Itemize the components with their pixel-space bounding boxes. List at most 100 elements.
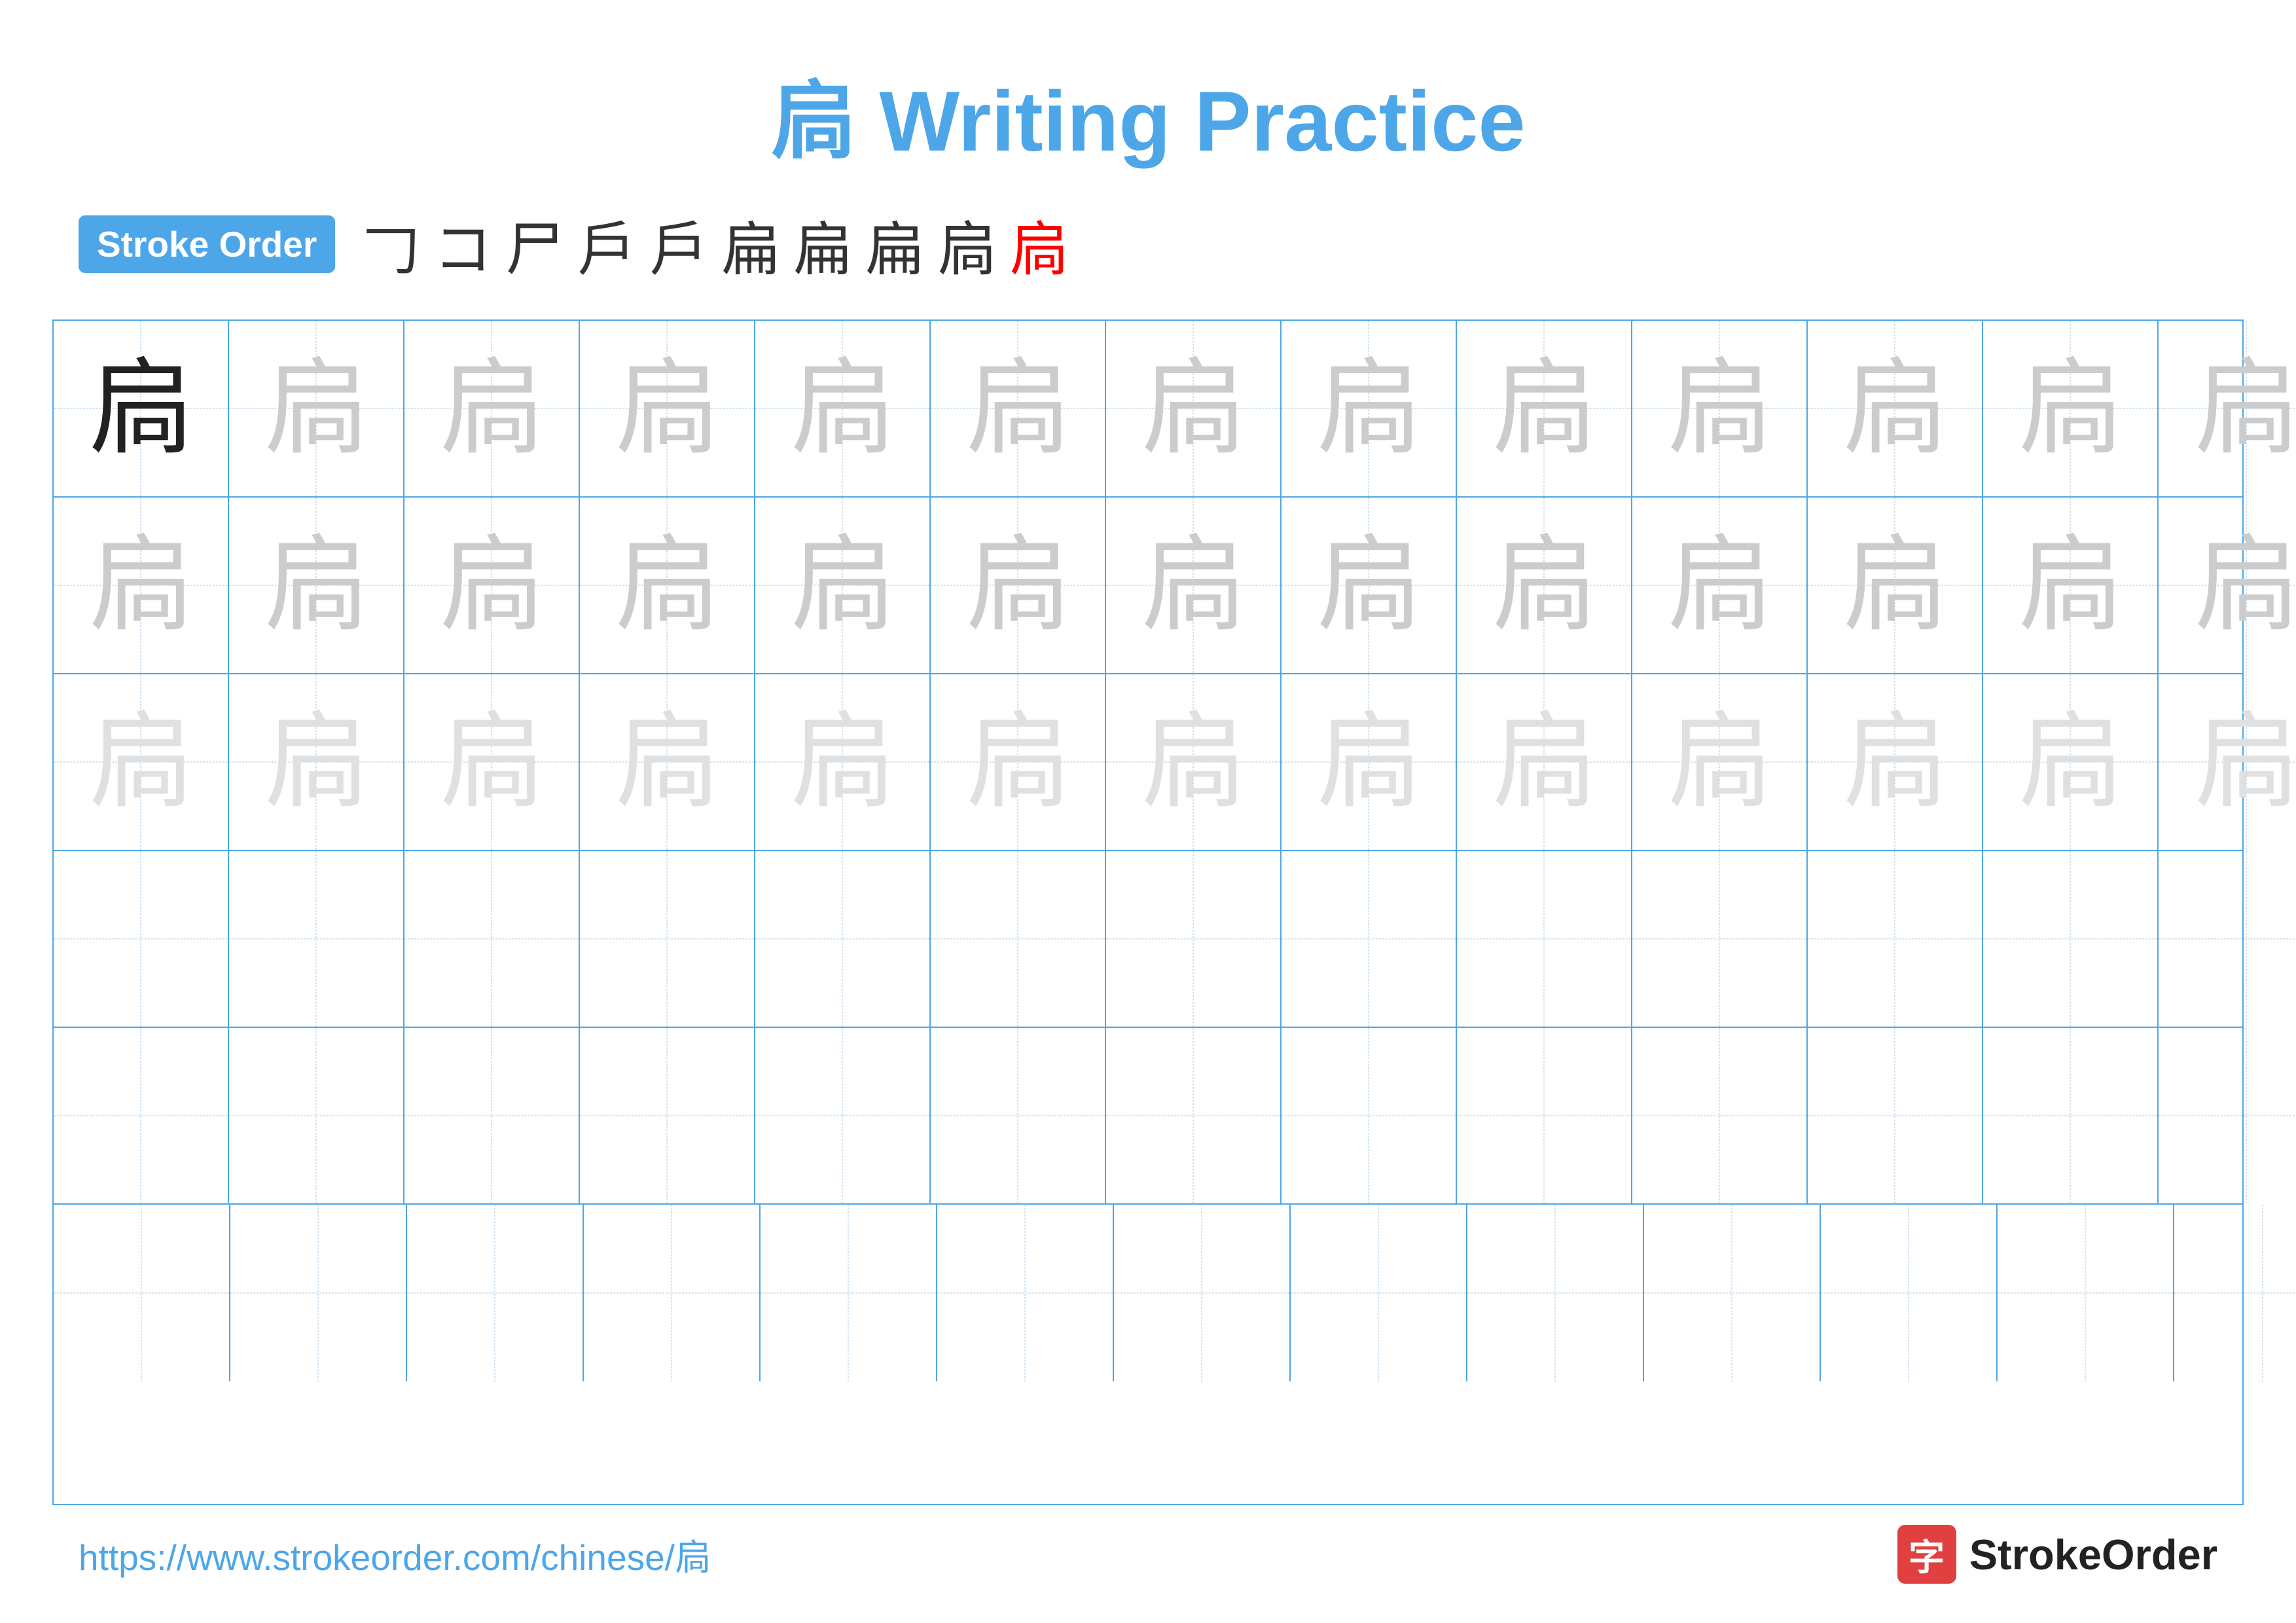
- cell-3-13: 扃: [2159, 674, 2296, 850]
- char-display: 扃: [88, 710, 193, 814]
- cell-1-9: 扃: [1457, 321, 1632, 496]
- cell-5-1[interactable]: [54, 1028, 229, 1203]
- char-display: 扃: [965, 356, 1070, 461]
- cell-3-12: 扃: [1983, 674, 2159, 850]
- cell-2-11: 扃: [1808, 498, 1983, 673]
- stroke-1: 𠃌: [361, 202, 420, 287]
- cell-3-7: 扃: [1106, 674, 1282, 850]
- stroke-8: 扁: [865, 202, 924, 287]
- cell-6-7[interactable]: [1114, 1205, 1291, 1381]
- stroke-5: 戶: [649, 202, 708, 287]
- char-display: 扃: [1141, 533, 1246, 638]
- cell-3-11: 扃: [1808, 674, 1983, 850]
- cell-4-2[interactable]: [229, 851, 404, 1027]
- cell-5-13[interactable]: [2159, 1028, 2296, 1203]
- cell-1-10: 扃: [1632, 321, 1808, 496]
- cell-2-12: 扃: [1983, 498, 2159, 673]
- cell-6-9[interactable]: [1467, 1205, 1644, 1381]
- stroke-9: 扃: [937, 202, 996, 287]
- cell-2-5: 扃: [755, 498, 931, 673]
- cell-5-2[interactable]: [229, 1028, 404, 1203]
- cell-6-11[interactable]: [1821, 1205, 1998, 1381]
- cell-3-6: 扃: [931, 674, 1106, 850]
- char-display: 扃: [790, 356, 895, 461]
- cell-4-13[interactable]: [2159, 851, 2296, 1027]
- cell-5-5[interactable]: [755, 1028, 931, 1203]
- char-display: 扃: [1842, 533, 1947, 638]
- char-display: 扃: [88, 356, 193, 461]
- cell-5-8[interactable]: [1282, 1028, 1457, 1203]
- cell-6-4[interactable]: [584, 1205, 761, 1381]
- cell-4-12[interactable]: [1983, 851, 2159, 1027]
- char-display: 扃: [1842, 356, 1947, 461]
- char-display: 扃: [2018, 533, 2123, 638]
- cell-6-1[interactable]: [54, 1205, 230, 1381]
- cell-4-8[interactable]: [1282, 851, 1457, 1027]
- stroke-sequence: 𠃌 コ 尸 戶 戶 扁 扁 扁 扃 扃: [361, 202, 1068, 287]
- cell-2-13: 扃: [2159, 498, 2296, 673]
- cell-6-2[interactable]: [230, 1205, 407, 1381]
- cell-3-2: 扃: [229, 674, 404, 850]
- grid-row-4: [54, 851, 2242, 1028]
- cell-3-9: 扃: [1457, 674, 1632, 850]
- cell-4-1[interactable]: [54, 851, 229, 1027]
- cell-5-6[interactable]: [931, 1028, 1106, 1203]
- cell-5-4[interactable]: [580, 1028, 755, 1203]
- cell-4-4[interactable]: [580, 851, 755, 1027]
- stroke-2: コ: [433, 202, 492, 287]
- cell-1-4: 扃: [580, 321, 755, 496]
- cell-4-11[interactable]: [1808, 851, 1983, 1027]
- grid-row-5: [54, 1028, 2242, 1205]
- cell-5-7[interactable]: [1106, 1028, 1282, 1203]
- logo-name: StrokeOrder: [1969, 1530, 2217, 1579]
- cell-5-11[interactable]: [1808, 1028, 1983, 1203]
- grid-row-6: [54, 1205, 2242, 1381]
- cell-5-12[interactable]: [1983, 1028, 2159, 1203]
- cell-6-3[interactable]: [407, 1205, 584, 1381]
- char-display: 扃: [1667, 710, 1772, 814]
- cell-6-12[interactable]: [1998, 1205, 2174, 1381]
- cell-4-5[interactable]: [755, 851, 931, 1027]
- char-display: 扃: [2194, 710, 2296, 814]
- cell-2-9: 扃: [1457, 498, 1632, 673]
- cell-1-8: 扃: [1282, 321, 1457, 496]
- cell-1-3: 扃: [404, 321, 580, 496]
- title-text: Writing Practice: [855, 73, 1525, 169]
- char-display: 扃: [1842, 710, 1947, 814]
- stroke-order-badge: Stroke Order: [79, 215, 335, 273]
- cell-6-10[interactable]: [1644, 1205, 1821, 1381]
- char-display: 扃: [264, 710, 368, 814]
- cell-2-8: 扃: [1282, 498, 1457, 673]
- char-display: 扃: [1492, 356, 1596, 461]
- cell-6-6[interactable]: [937, 1205, 1114, 1381]
- cell-5-9[interactable]: [1457, 1028, 1632, 1203]
- page-container: 扃 Writing Practice Stroke Order 𠃌 コ 尸 戶 …: [0, 0, 2296, 1623]
- stroke-10: 扃: [1009, 202, 1068, 287]
- grid-row-1: 扃 扃 扃 扃 扃 扃 扃 扃 扃 扃 扃 扃 扃: [54, 321, 2242, 498]
- cell-2-7: 扃: [1106, 498, 1282, 673]
- cell-3-8: 扃: [1282, 674, 1457, 850]
- cell-1-12: 扃: [1983, 321, 2159, 496]
- footer-url: https://www.strokeorder.com/chinese/扃: [79, 1528, 711, 1580]
- char-display: 扃: [264, 356, 368, 461]
- char-display: 扃: [1316, 710, 1421, 814]
- cell-4-10[interactable]: [1632, 851, 1808, 1027]
- stroke-3: 尸: [505, 202, 564, 287]
- logo-char: 字: [1909, 1528, 1945, 1580]
- char-display: 扃: [1316, 356, 1421, 461]
- char-display: 扃: [1667, 533, 1772, 638]
- cell-4-7[interactable]: [1106, 851, 1282, 1027]
- cell-4-6[interactable]: [931, 851, 1106, 1027]
- cell-5-10[interactable]: [1632, 1028, 1808, 1203]
- cell-6-13[interactable]: [2174, 1205, 2296, 1381]
- cell-4-9[interactable]: [1457, 851, 1632, 1027]
- footer-logo: 字 StrokeOrder: [1897, 1525, 2217, 1584]
- cell-6-5[interactable]: [761, 1205, 937, 1381]
- cell-5-3[interactable]: [404, 1028, 580, 1203]
- char-display: 扃: [790, 533, 895, 638]
- char-display: 扃: [2194, 356, 2296, 461]
- char-display: 扃: [790, 710, 895, 814]
- cell-4-3[interactable]: [404, 851, 580, 1027]
- char-display: 扃: [264, 533, 368, 638]
- cell-6-8[interactable]: [1291, 1205, 1467, 1381]
